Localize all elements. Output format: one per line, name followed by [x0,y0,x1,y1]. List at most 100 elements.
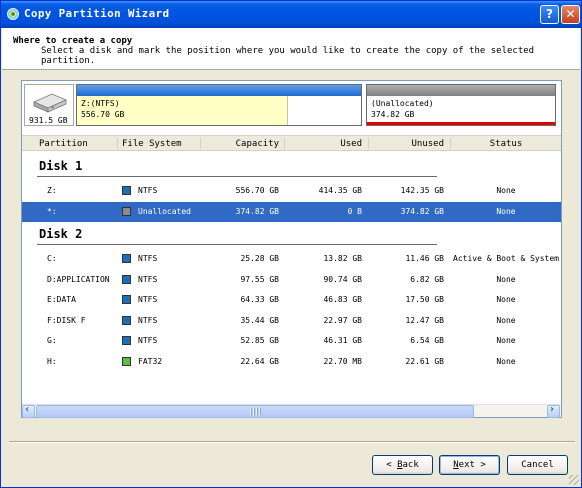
scrollbar-thumb[interactable] [36,405,474,418]
partition-body: (Unallocated) 374.82 GB [367,96,555,125]
cancel-button[interactable]: Cancel [507,455,568,475]
partition-block-z[interactable]: Z:(NTFS) 556.70 GB [76,84,362,126]
chevron-left-icon: ‹ [25,404,30,415]
capacity-value: 64.33 GB [240,295,279,304]
column-divider[interactable] [200,138,201,149]
file-system-label: NTFS [138,315,158,325]
partition-header-strip [367,85,555,96]
partition-label: (Unallocated) [371,99,434,108]
unused-value: 374.82 GB [400,206,444,216]
used-value: 46.83 GB [323,295,362,304]
hard-disk-icon [33,93,67,113]
help-icon: ? [546,7,553,21]
column-header-file-system[interactable]: File System [122,139,182,149]
partition-size: 556.70 GB [81,110,125,119]
file-system-label: FAT32 [138,356,163,366]
partition-row[interactable]: H: FAT32 22.64 GB 22.70 MB 22.61 GB None [22,352,561,372]
unused-value: 6.82 GB [410,274,444,284]
back-button[interactable]: < Back [372,455,433,475]
help-button[interactable]: ? [540,5,559,24]
partition-row[interactable]: E:DATA NTFS 64.33 GB 46.83 GB 17.50 GB None [22,290,561,310]
status-value: Active & Boot & System [453,254,559,263]
scrollbar-grip-icon [250,408,262,415]
back-button-prefix: < [386,460,398,470]
status-value: None [496,295,516,304]
status-value: None [496,356,516,366]
used-value: 90.74 GB [323,274,362,284]
file-system-color-icon [122,336,131,345]
capacity-value: 556.70 GB [235,186,279,195]
chevron-right-icon: › [550,404,555,415]
disk-selection-panel: 931.5 GB Z:(NTFS) 556.70 GB (Unallocated… [21,80,562,418]
partition-row[interactable]: G: NTFS 52.85 GB 46.31 GB 6.54 GB None [22,331,561,351]
partition-row[interactable]: *: Unallocated 374.82 GB 0 B 374.82 GB None [22,201,561,222]
capacity-value: 52.85 GB [240,336,279,345]
partition-row[interactable]: C: NTFS 25.28 GB 13.82 GB 11.46 GB Active & B… [22,249,561,269]
column-header-unused[interactable]: Unused [372,139,444,149]
file-system-color-icon [122,206,131,216]
unused-value: 12.47 GB [405,315,444,325]
resize-grip-icon[interactable] [569,475,579,485]
partition-name: C: [47,254,57,263]
step-title: Where to create a copy [13,36,133,46]
column-divider[interactable] [450,138,451,149]
partition-name: G: [47,336,57,345]
column-header-partition[interactable]: Partition [39,139,88,149]
next-button-label: ext [458,460,475,470]
copy-partition-wizard-window: Copy Partition Wizard ? ✕ Where to creat… [0,0,582,488]
capacity-value: 22.64 GB [240,356,279,366]
file-system-label: NTFS [138,254,158,263]
disk-summary[interactable]: 931.5 GB [24,84,74,126]
partition-name: Z: [47,186,57,195]
column-divider[interactable] [284,138,285,149]
unused-value: 11.46 GB [405,254,444,263]
file-system-label: NTFS [138,186,158,195]
column-divider[interactable] [117,138,118,149]
used-value: 0 B [347,206,362,216]
used-value: 22.97 GB [323,315,362,325]
next-button-suffix: > [474,460,486,470]
partition-name: F:DISK F [47,315,86,325]
partition-name: D:APPLICATION [47,274,110,284]
status-value: None [496,315,516,325]
file-system-color-icon [122,274,131,284]
partition-row[interactable]: D:APPLICATION NTFS 97.55 GB 90.74 GB 6.82 GB… [22,270,561,290]
disk-group-title: Disk 1 [39,159,83,173]
partition-row[interactable]: F:DISK F NTFS 35.44 GB 22.97 GB 12.47 GB None [22,311,561,331]
partition-block-unallocated[interactable]: (Unallocated) 374.82 GB [366,84,556,126]
disk-group-title: Disk 2 [39,227,83,241]
file-system-color-icon [122,295,131,304]
file-system-color-icon [122,356,131,366]
file-system-label: NTFS [138,274,158,284]
column-header-used[interactable]: Used [292,139,362,149]
partition-name: E:DATA [47,295,76,304]
file-system-color-icon [122,254,131,263]
title-bar[interactable]: Copy Partition Wizard ? ✕ [1,1,581,28]
scroll-right-button[interactable]: › [547,404,560,418]
unused-value: 22.61 GB [405,356,444,366]
capacity-value: 35.44 GB [240,315,279,325]
close-button[interactable]: ✕ [561,5,580,24]
wizard-header: Where to create a copy Select a disk and… [2,28,580,70]
capacity-value: 374.82 GB [235,206,279,216]
status-value: None [496,274,516,284]
close-icon: ✕ [565,7,576,21]
partition-name: H: [47,356,57,366]
file-system-label: NTFS [138,336,158,345]
capacity-value: 25.28 GB [240,254,279,263]
window-title: Copy Partition Wizard [24,7,170,20]
status-value: None [496,336,516,345]
scroll-left-button[interactable]: ‹ [22,404,35,418]
column-header-capacity[interactable]: Capacity [212,139,279,149]
next-button[interactable]: Next > [439,455,500,475]
used-value: 22.70 MB [323,356,362,366]
file-system-color-icon [122,315,131,325]
partition-row[interactable]: Z: NTFS 556.70 GB 414.35 GB 142.35 GB None [22,181,561,201]
file-system-label: Unallocated [138,206,191,216]
column-header-status[interactable]: Status [454,139,558,149]
column-divider[interactable] [368,138,369,149]
step-subtitle: Select a disk and mark the position wher… [41,46,535,66]
status-value: None [496,206,516,216]
horizontal-scrollbar[interactable]: ‹ › [22,404,561,418]
file-system-color-icon [122,186,131,195]
